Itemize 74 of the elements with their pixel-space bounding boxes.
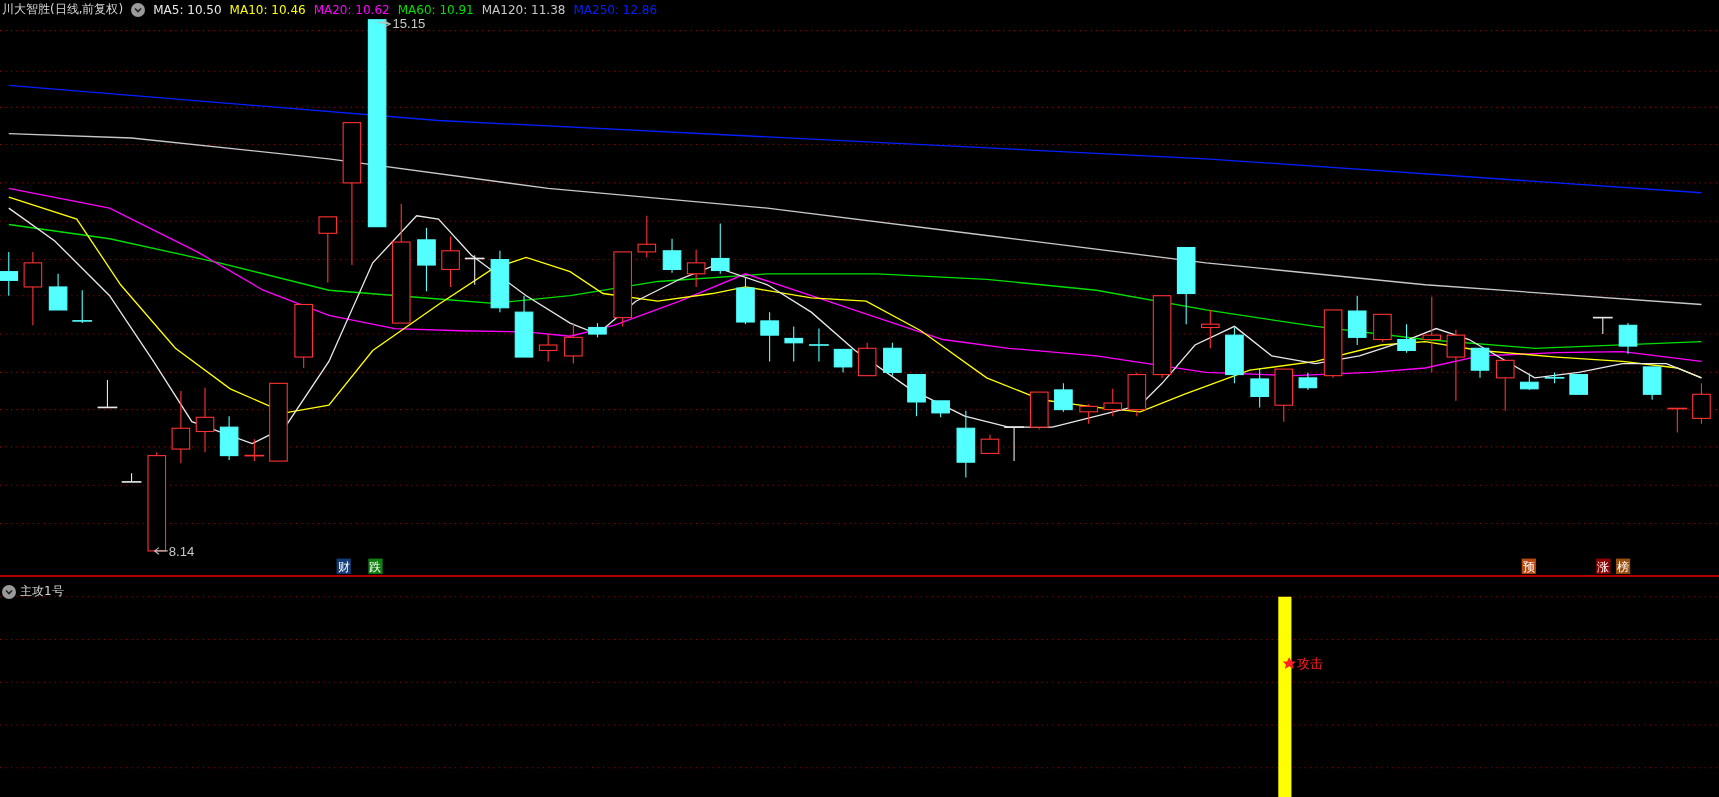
candlestick xyxy=(883,342,902,377)
candlestick xyxy=(0,251,19,297)
candlestick xyxy=(1323,309,1343,379)
candlestick xyxy=(980,434,1000,454)
candlestick xyxy=(464,254,486,286)
candlestick xyxy=(662,238,682,274)
candlestick xyxy=(1103,388,1123,417)
dropdown-icon[interactable] xyxy=(131,2,146,17)
candlestick xyxy=(1298,371,1318,391)
candlestick xyxy=(907,374,926,417)
candlestick xyxy=(1543,371,1566,384)
candlestick xyxy=(1054,382,1073,413)
candlestick xyxy=(1692,382,1711,425)
candlestick xyxy=(808,328,830,362)
candlestick xyxy=(1373,313,1392,343)
candlestick xyxy=(1642,366,1662,401)
event-badge: 涨 xyxy=(1596,558,1611,575)
candlestick xyxy=(1495,359,1515,412)
candlestick xyxy=(1618,322,1638,355)
moving-average-value: MA10: 10.46 xyxy=(229,2,306,17)
candlestick xyxy=(1666,407,1689,434)
candlestick xyxy=(1079,403,1098,425)
candlestick xyxy=(686,249,706,288)
candlestick xyxy=(120,472,143,483)
candlestick xyxy=(71,289,93,324)
candlestick xyxy=(1029,391,1049,430)
candlestick xyxy=(318,216,338,284)
candlestick xyxy=(956,410,976,479)
candlestick xyxy=(637,215,657,258)
candlestick xyxy=(243,438,266,462)
candlestick xyxy=(490,250,510,313)
candlestick xyxy=(96,379,119,409)
event-badge: 预 xyxy=(1521,558,1536,575)
moving-average-value: MA60: 10.91 xyxy=(397,2,474,17)
dropdown-icon[interactable] xyxy=(2,584,16,599)
candlestick xyxy=(417,227,436,292)
candlestick xyxy=(1592,316,1614,335)
moving-average-value: MA20: 10.62 xyxy=(313,2,390,17)
moving-average-value: MA5: 10.50 xyxy=(153,2,222,17)
candlestick xyxy=(760,311,779,362)
candlestick xyxy=(1127,371,1147,417)
candlestick xyxy=(833,348,853,373)
moving-average-value: MA120: 11.38 xyxy=(481,2,566,17)
candlestick xyxy=(294,303,313,369)
candlestick xyxy=(931,400,950,418)
candlestick xyxy=(1397,323,1416,354)
candlestick xyxy=(784,325,804,362)
candlestick xyxy=(710,222,730,275)
chart-title: 川大智胜(日线,前复权) xyxy=(2,1,124,18)
candlestick xyxy=(441,236,460,288)
moving-average-value: MA250: 12.86 xyxy=(573,2,658,17)
candlestick xyxy=(1003,426,1025,462)
candlestick xyxy=(1347,295,1367,346)
candlestick xyxy=(195,387,215,453)
candlestick xyxy=(1250,367,1269,408)
candlestick xyxy=(1201,309,1220,349)
candlestick xyxy=(588,322,607,338)
candlestick xyxy=(1520,372,1539,391)
candlestick xyxy=(1470,347,1490,379)
candlestick xyxy=(1225,326,1244,384)
candlestick xyxy=(857,342,877,377)
candlestick xyxy=(736,276,755,325)
candlestick xyxy=(219,415,239,461)
indicator-title: 主攻1号 xyxy=(20,583,64,600)
attack-signal: 攻击 xyxy=(1282,656,1323,671)
candlestick xyxy=(538,333,558,362)
event-badge: 财 xyxy=(336,558,351,575)
event-badge: 跌 xyxy=(368,558,383,575)
candlestick xyxy=(514,295,534,358)
candlestick xyxy=(1569,374,1588,395)
candlestick xyxy=(1274,368,1294,423)
candlestick xyxy=(48,273,68,311)
candlestick xyxy=(564,322,583,365)
event-badge: 榜 xyxy=(1615,558,1631,575)
